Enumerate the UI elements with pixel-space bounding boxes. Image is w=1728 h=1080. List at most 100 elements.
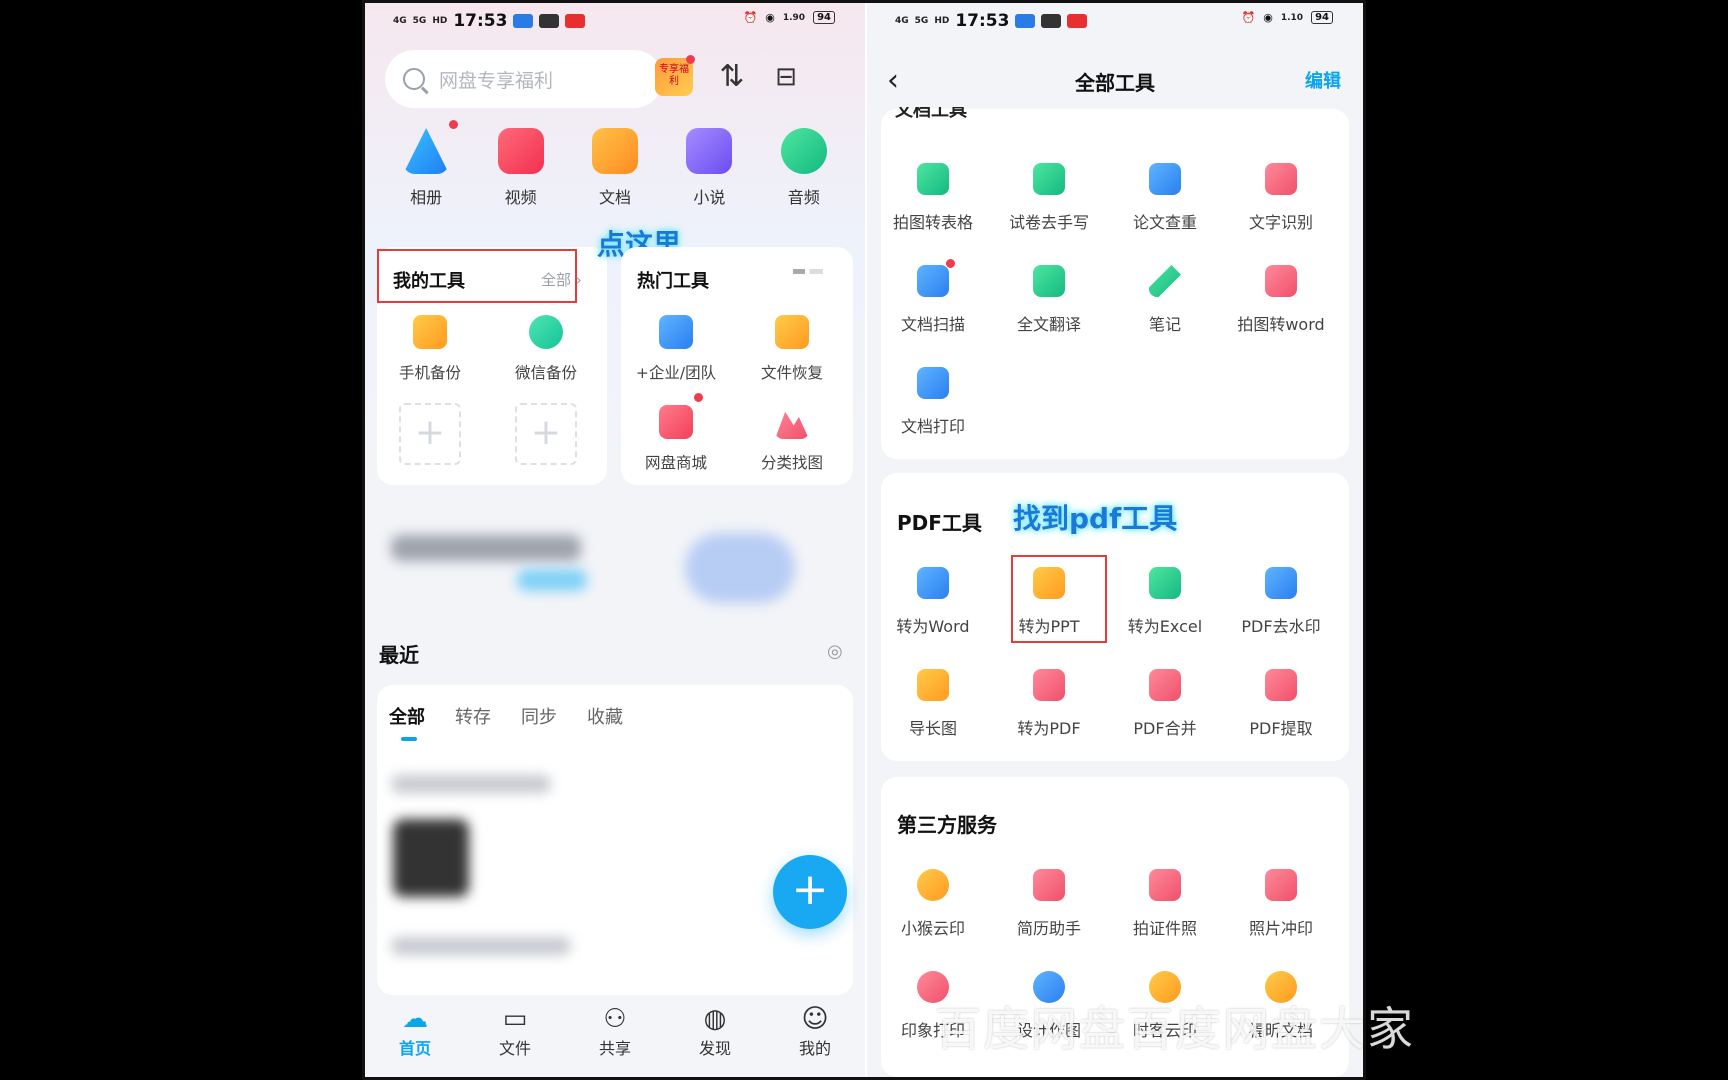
- nav-mine[interactable]: ☺ 我的: [775, 1003, 855, 1059]
- section-title-pdf-tools: PDF工具: [897, 511, 982, 535]
- battery-indicator: 94: [1311, 11, 1333, 24]
- tool-pdf-extract[interactable]: PDF提取: [1223, 669, 1339, 739]
- scan-icon[interactable]: ⊟: [767, 58, 805, 96]
- annotation-find-pdf-tools: 找到pdf工具: [1013, 502, 1178, 535]
- scan-doc-icon: [917, 259, 955, 297]
- category-video[interactable]: 视频: [481, 128, 561, 208]
- tool-plagiarism-check[interactable]: 论文查重: [1107, 163, 1223, 233]
- tool-doc-scan[interactable]: 文档扫描: [875, 259, 991, 335]
- hd-badge: HD: [432, 16, 448, 26]
- merge-icon: [1149, 669, 1181, 701]
- tab-sync[interactable]: 同步: [521, 703, 557, 729]
- video-icon: [497, 128, 544, 174]
- tool-to-word[interactable]: 转为Word: [875, 567, 991, 637]
- tool-photo-to-table[interactable]: 拍图转表格: [875, 163, 991, 233]
- printer-icon: [917, 367, 949, 399]
- watermark-icon: [1265, 567, 1297, 599]
- eye-icon[interactable]: ◎: [827, 641, 843, 662]
- cloud-icon: ☁: [402, 1004, 428, 1034]
- ocr-icon: [1265, 163, 1297, 195]
- hot-tools-title: 热门工具: [637, 271, 709, 292]
- tool-xiaohou-print[interactable]: 小猴云印: [875, 869, 991, 939]
- tool-photo-to-word[interactable]: 拍图转word: [1223, 265, 1339, 335]
- blurred-list-text: [391, 775, 551, 793]
- clock: 17:53: [955, 11, 1010, 31]
- home-screen: 4G 5G HD 17:53 ⏰ ◉ 1.90 94 网盘专享福利 专享福利 ⇅…: [365, 3, 865, 1077]
- tool-ocr[interactable]: 文字识别: [1223, 163, 1339, 233]
- tool-pdf-remove-watermark[interactable]: PDF去水印: [1223, 567, 1339, 637]
- check-doc-icon: [1149, 163, 1181, 195]
- recent-title: 最近: [379, 643, 419, 667]
- page-title: 全部工具: [1075, 71, 1155, 95]
- tool-full-translate[interactable]: 全文翻译: [991, 265, 1107, 335]
- nav-files[interactable]: ▭ 文件: [475, 1003, 555, 1059]
- tab-all[interactable]: 全部: [389, 703, 425, 741]
- word-doc-icon: [1265, 265, 1297, 297]
- monkey-icon: [917, 869, 949, 901]
- search-input[interactable]: 网盘专享福利: [385, 50, 663, 108]
- edit-button[interactable]: 编辑: [1305, 67, 1341, 93]
- add-fab-button[interactable]: +: [773, 855, 847, 929]
- gift-icon[interactable]: 专享福利: [655, 58, 693, 96]
- file-recovery-icon: [775, 315, 809, 349]
- category-album[interactable]: 相册: [386, 120, 466, 208]
- status-bar: 4G 5G HD 17:53 ⏰ ◉ 1.10 94: [867, 11, 1363, 35]
- blurred-banner-image: [685, 533, 795, 603]
- notification-icon: [1067, 14, 1088, 28]
- tool-notes[interactable]: 笔记: [1107, 265, 1223, 335]
- pdf-icon: [1033, 669, 1065, 701]
- tool-to-pdf[interactable]: 转为PDF: [991, 669, 1107, 739]
- image-icon: [917, 669, 949, 701]
- speed-readout: 1.90: [782, 12, 806, 23]
- annotation-box: [377, 249, 577, 303]
- album-icon: [403, 128, 450, 174]
- excel-icon: [917, 163, 949, 195]
- music-icon: [780, 128, 827, 174]
- section-title-doc-tools: 文档工具: [895, 107, 967, 121]
- tab-saved[interactable]: 转存: [455, 703, 491, 729]
- nav-discover[interactable]: ◍ 发现: [675, 1003, 755, 1059]
- category-document[interactable]: 文档: [575, 128, 655, 208]
- document-icon: [591, 128, 638, 174]
- tool-to-excel[interactable]: 转为Excel: [1107, 567, 1223, 637]
- transfer-icon[interactable]: ⇅: [713, 58, 751, 96]
- nav-home[interactable]: ☁ 首页: [375, 1003, 455, 1059]
- compass-icon: ◍: [703, 1004, 727, 1034]
- add-tool-button[interactable]: +: [399, 403, 461, 465]
- add-tool-button[interactable]: +: [515, 403, 577, 465]
- tool-photo-print[interactable]: 照片冲印: [1223, 869, 1339, 939]
- speed-readout: 1.10: [1280, 12, 1304, 23]
- store-icon: [659, 405, 693, 439]
- category-novel[interactable]: 小说: [669, 128, 749, 208]
- tool-find-images[interactable]: 分类找图: [737, 405, 847, 473]
- tool-id-photo[interactable]: 拍证件照: [1107, 869, 1223, 939]
- watermark-text: 百度网盘百度网盘大家: [935, 1002, 1415, 1056]
- recent-tabs: 全部 转存 同步 收藏: [389, 703, 623, 741]
- tool-resume-helper[interactable]: 简历助手: [991, 869, 1107, 939]
- share-icon: ⚇: [603, 1004, 627, 1034]
- alarm-icon: ⏰: [743, 11, 758, 24]
- battery-indicator: 94: [813, 11, 835, 24]
- nav-share[interactable]: ⚇ 共享: [575, 1003, 655, 1059]
- tool-doc-print[interactable]: 文档打印: [875, 367, 991, 437]
- tab-favorites[interactable]: 收藏: [587, 703, 623, 729]
- tool-wechat-backup[interactable]: 微信备份: [491, 315, 601, 383]
- wechat-backup-icon: [529, 315, 563, 349]
- word-icon: [917, 567, 949, 599]
- notification-icon: [539, 14, 560, 28]
- category-audio[interactable]: 音频: [764, 128, 844, 208]
- tool-long-image[interactable]: 导长图: [875, 669, 991, 739]
- status-bar: 4G 5G HD 17:53 ⏰ ◉ 1.90 94: [365, 11, 865, 35]
- tool-remove-handwriting[interactable]: 试卷去手写: [991, 163, 1107, 233]
- tool-phone-backup[interactable]: 手机备份: [375, 315, 485, 383]
- tool-pdf-merge[interactable]: PDF合并: [1107, 669, 1223, 739]
- tool-enterprise-team[interactable]: +企业/团队: [621, 315, 731, 383]
- notification-icon: [513, 14, 534, 28]
- excel-icon: [1149, 567, 1181, 599]
- tool-store[interactable]: 网盘商城: [621, 405, 731, 473]
- wifi-icon: ◉: [765, 11, 775, 24]
- tool-file-recovery[interactable]: 文件恢复: [737, 315, 847, 383]
- network-5g: 5G: [412, 16, 427, 26]
- building-icon: [659, 315, 693, 349]
- page-indicator: [793, 269, 823, 274]
